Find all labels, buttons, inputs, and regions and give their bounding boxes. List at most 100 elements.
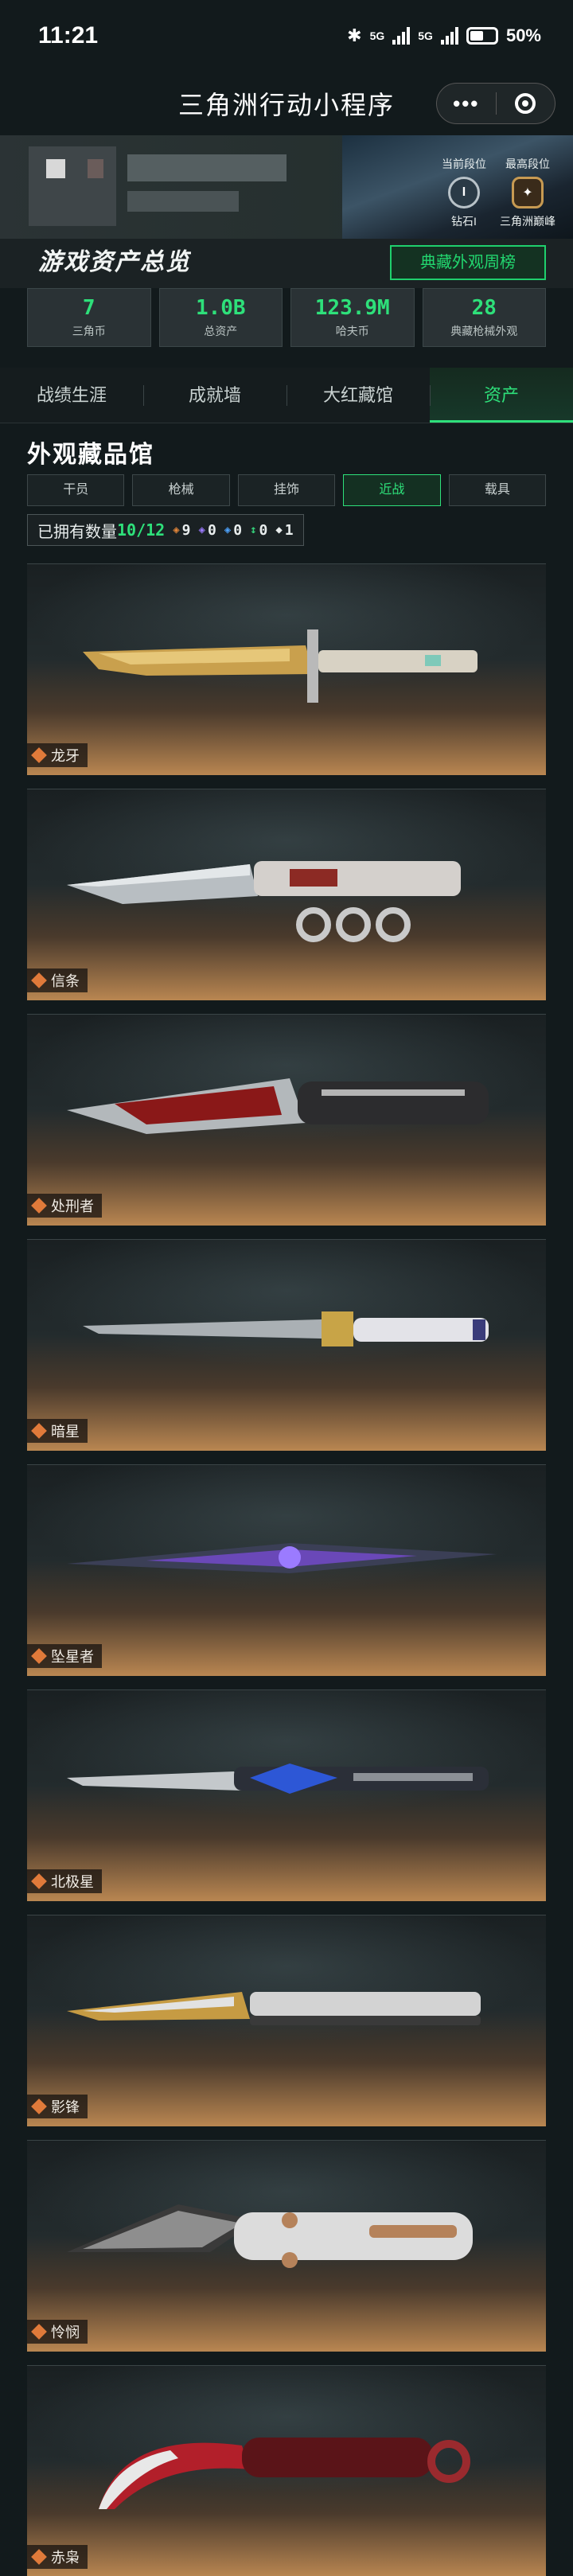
- green-rarity-icon: ↕: [250, 524, 257, 536]
- melee-card[interactable]: 北极星: [27, 1689, 546, 1901]
- owned-count: 10/12: [117, 520, 166, 540]
- item-name: 北极星: [51, 1874, 94, 1890]
- orange-rarity-icon: [31, 1423, 47, 1439]
- avatar-mosaic: [46, 159, 65, 178]
- current-rank-label: 当前段位: [442, 158, 486, 170]
- bluetooth-icon: ✱: [347, 25, 362, 45]
- knife-image: [83, 629, 477, 703]
- orange-rarity-icon: [31, 2549, 47, 2565]
- white-rarity-icon: ◆: [275, 524, 283, 536]
- stat-gun-skins: 28 典藏枪械外观: [422, 288, 546, 347]
- collection-title: 外观藏品馆: [27, 442, 154, 468]
- network-type-1: 5G: [369, 29, 385, 42]
- avatar[interactable]: [29, 146, 116, 226]
- main-tabs: 战绩生涯 成就墙 大红藏馆 资产: [0, 368, 573, 423]
- orange-rarity-icon: [31, 747, 47, 763]
- more-button[interactable]: •••: [437, 92, 496, 116]
- filter-melee[interactable]: 近战: [343, 474, 441, 506]
- nav-title: 三角洲行动小程序: [177, 91, 395, 119]
- miniprogram-capsule: •••: [436, 83, 555, 124]
- status-bar: 11:21 ✱ 5G 5G 50%: [0, 0, 573, 72]
- knife-image: [99, 2438, 470, 2509]
- melee-card[interactable]: 怜悯: [27, 2140, 546, 2352]
- stat-caption: 总资产: [204, 325, 238, 337]
- category-filters: 干员 枪械 挂饰 近战 载具: [27, 474, 547, 506]
- item-name: 影锋: [51, 2099, 80, 2115]
- item-name: 赤枭: [51, 2550, 80, 2566]
- network-type-2: 5G: [418, 29, 433, 42]
- stat-caption: 典藏枪械外观: [450, 325, 518, 337]
- stat-total-assets: 1.0B 总资产: [158, 288, 283, 347]
- highest-rank[interactable]: 最高段位 ✦ 三角洲巅峰: [496, 156, 559, 229]
- status-icons: ✱ 5G 5G 50%: [347, 25, 541, 46]
- asset-stats: 7 三角币 1.0B 总资产 123.9M 哈夫币 28 典藏枪械外观: [27, 288, 546, 347]
- purple-rarity-icon: ◈: [198, 524, 205, 536]
- item-name: 怜悯: [51, 2325, 80, 2340]
- item-name: 坠星者: [51, 1649, 94, 1665]
- tab-red-collection[interactable]: 大红藏馆: [286, 368, 430, 423]
- knife-image: [67, 1543, 497, 1573]
- stat-value: 123.9M: [314, 296, 390, 320]
- melee-card[interactable]: 龙牙: [27, 563, 546, 775]
- owned-summary: 已拥有数量 10/12 ◈ 9 ◈ 0 ◈ 0 ↕ 0 ◆ 1: [27, 514, 304, 546]
- current-rank[interactable]: 当前段位 I 钻石I: [432, 156, 496, 229]
- battery-level: 50%: [505, 25, 541, 45]
- item-label: 北极星: [27, 1869, 102, 1893]
- avatar-mosaic: [88, 159, 103, 178]
- stat-haf-coin: 123.9M 哈夫币: [290, 288, 415, 347]
- rarity-green: ↕ 0: [250, 521, 268, 539]
- melee-card[interactable]: 暗星: [27, 1239, 546, 1451]
- orange-rarity-icon: [31, 1873, 47, 1889]
- orange-rarity-icon: [31, 1648, 47, 1664]
- orange-rarity-icon: [31, 2324, 47, 2340]
- weekly-ranking-button[interactable]: 典藏外观周榜: [390, 245, 546, 280]
- melee-card[interactable]: 影锋: [27, 1915, 546, 2126]
- close-circle-icon: [515, 93, 536, 114]
- orange-rarity-icon: ◈: [173, 524, 180, 536]
- item-label: 赤枭: [27, 2545, 88, 2569]
- stat-caption: 三角币: [72, 325, 106, 337]
- item-label: 影锋: [27, 2095, 88, 2118]
- battery-icon: [466, 27, 498, 45]
- tab-achievements[interactable]: 成就墙: [143, 368, 286, 423]
- item-name: 处刑者: [51, 1198, 94, 1214]
- tab-assets[interactable]: 资产: [430, 368, 573, 423]
- status-time: 11:21: [38, 22, 99, 49]
- filter-operators[interactable]: 干员: [27, 474, 125, 506]
- orange-rarity-icon: [31, 972, 47, 988]
- signal-icon: [392, 27, 411, 45]
- peak-rank-icon: ✦: [512, 177, 544, 208]
- melee-card[interactable]: 坠星者: [27, 1464, 546, 1676]
- knife-image: [83, 1311, 489, 1346]
- rarity-white: ◆ 1: [275, 521, 294, 539]
- item-label: 坠星者: [27, 1644, 102, 1668]
- item-name: 信条: [51, 973, 80, 989]
- filter-vehicles[interactable]: 载具: [448, 474, 547, 506]
- item-name: 龙牙: [51, 748, 80, 764]
- item-label: 暗星: [27, 1419, 88, 1443]
- nickname-mosaic: [127, 191, 239, 212]
- stat-caption: 哈夫币: [335, 325, 369, 337]
- orange-rarity-icon: [31, 1198, 47, 1214]
- owned-label: 已拥有数量: [37, 523, 117, 541]
- diamond-rank-icon: I: [448, 177, 480, 208]
- rarity-blue: ◈ 0: [224, 521, 243, 539]
- knife-image: [67, 1078, 489, 1134]
- melee-card[interactable]: 信条: [27, 789, 546, 1000]
- close-button[interactable]: [497, 93, 555, 114]
- item-label: 处刑者: [27, 1194, 102, 1218]
- orange-rarity-icon: [31, 2099, 47, 2114]
- assets-overview-header: 游戏资产总览 典藏外观周榜: [0, 239, 573, 288]
- rarity-orange: ◈ 9: [173, 521, 191, 539]
- filter-guns[interactable]: 枪械: [132, 474, 230, 506]
- stat-value: 7: [82, 296, 96, 320]
- knife-image: [67, 2204, 473, 2268]
- melee-card[interactable]: 赤枭: [27, 2365, 546, 2576]
- tab-career[interactable]: 战绩生涯: [0, 368, 143, 423]
- rarity-purple: ◈ 0: [198, 521, 216, 539]
- melee-card[interactable]: 处刑者: [27, 1014, 546, 1226]
- filter-charms[interactable]: 挂饰: [237, 474, 336, 506]
- knife-image: [67, 861, 461, 942]
- current-rank-value: 钻石I: [451, 215, 477, 228]
- highest-rank-label: 最高段位: [505, 158, 550, 170]
